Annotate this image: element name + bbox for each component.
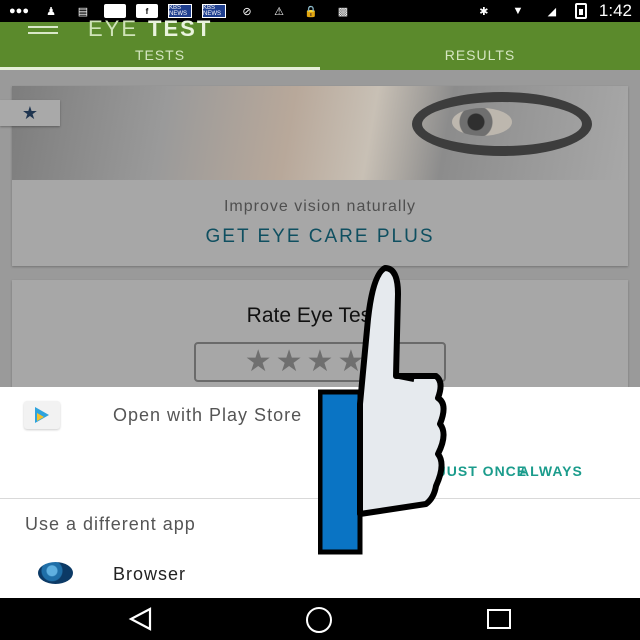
globe-icon[interactable]: [38, 562, 73, 584]
signal-icon: ◢: [547, 5, 557, 18]
home-icon[interactable]: [306, 607, 332, 633]
banner-image: [12, 86, 628, 180]
app-title-light: EYE: [88, 16, 139, 41]
browser-option[interactable]: Browser: [113, 564, 186, 585]
open-with-title: Open with Play Store: [113, 405, 303, 425]
no-disturb-icon: ⊘: [242, 5, 252, 18]
get-eye-care-button[interactable]: GET EYE CARE PLUS: [12, 226, 628, 248]
wifi-icon: ▼: [512, 5, 524, 17]
lock-icon: 🔒: [304, 5, 318, 18]
star-icon[interactable]: ★: [245, 347, 272, 377]
no-signal-icon: ⚠: [274, 5, 284, 18]
app-title: EYE TEST: [88, 16, 212, 42]
app-title-bold: TEST: [148, 16, 213, 41]
back-icon[interactable]: [128, 606, 154, 632]
tab-tests[interactable]: TESTS: [0, 44, 320, 70]
different-app-label: Use a different app: [25, 514, 196, 534]
app-bar: EYE TEST TESTS RESULTS: [0, 16, 640, 70]
battery-icon: [574, 3, 587, 19]
image-icon: ▩: [337, 5, 349, 18]
promo-text: Improve vision naturally: [223, 198, 417, 215]
thumb-cuff: [318, 389, 363, 555]
just-once-button[interactable]: JUST ONCE: [438, 463, 527, 479]
clock: 1:42: [598, 1, 632, 20]
favorite-star-icon[interactable]: ★: [0, 100, 60, 126]
recents-icon[interactable]: [487, 609, 511, 629]
menu-icon[interactable]: [28, 22, 58, 34]
glasses-graphic: [412, 92, 592, 156]
promo-card[interactable]: Improve vision naturally GET EYE CARE PL…: [12, 86, 628, 266]
play-store-icon: [24, 401, 60, 429]
tab-bar: TESTS RESULTS: [0, 44, 640, 70]
navigation-bar: [0, 598, 640, 640]
bluetooth-icon: ✱: [479, 5, 489, 18]
tab-results[interactable]: RESULTS: [320, 44, 640, 70]
person-icon: ♟: [46, 5, 56, 18]
thumbs-up-icon: [318, 265, 447, 555]
thumb-hand: [357, 265, 447, 517]
always-button[interactable]: ALWAYS: [519, 463, 583, 479]
dots-icon: ●●●: [9, 5, 29, 17]
star-icon[interactable]: ★: [276, 347, 303, 377]
